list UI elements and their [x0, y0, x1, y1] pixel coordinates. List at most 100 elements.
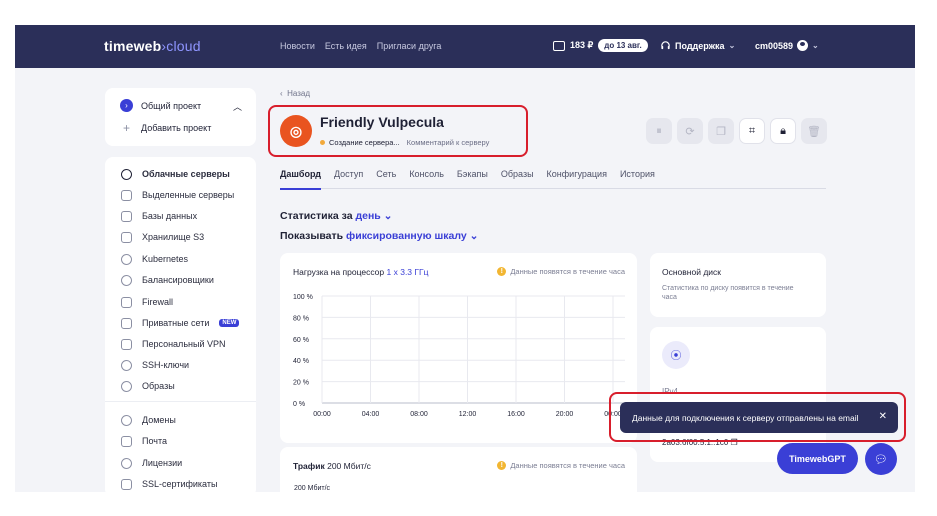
- sidebar-item-kubernetes[interactable]: Kubernetes: [121, 252, 188, 266]
- sidebar-item-balancers[interactable]: Балансировщики: [121, 273, 214, 287]
- storage-icon: [121, 231, 132, 243]
- server-actions: ⏸ ⟳ ❐ ⌗ 🔒︎ 🗑︎: [646, 118, 827, 144]
- add-project-button[interactable]: + Добавить проект: [120, 121, 211, 135]
- mail-icon: [121, 435, 132, 447]
- tab-console[interactable]: Консоль: [409, 167, 444, 189]
- tab-configuration[interactable]: Конфигурация: [547, 167, 607, 189]
- sidebar-item-label: SSL-сертификаты: [142, 479, 218, 489]
- chart-x-tick-label: 08:00: [410, 411, 428, 418]
- sidebar-item-private-networks[interactable]: Приватные сети NEW: [121, 316, 240, 330]
- delete-button[interactable]: 🗑︎: [801, 118, 827, 144]
- sidebar-item-firewall[interactable]: Firewall: [121, 295, 173, 309]
- chart-x-tick-label: 16:00: [507, 411, 525, 418]
- sidebar-item-databases[interactable]: Базы данных: [121, 209, 197, 223]
- chat-button[interactable]: 💬︎: [865, 443, 897, 475]
- lock-icon: 🔒︎: [780, 124, 786, 137]
- disk-panel: Основной диск Статистика по диску появит…: [650, 253, 826, 317]
- chat-icon: 💬︎: [874, 453, 888, 466]
- tab-images[interactable]: Образы: [501, 167, 534, 189]
- kubernetes-icon: [121, 253, 132, 265]
- invite-friend-link[interactable]: Пригласи друга: [377, 41, 442, 51]
- timewebgpt-button[interactable]: TimewebGPT: [777, 443, 858, 474]
- highlight-frame: [609, 392, 906, 442]
- sidebar-item-s3[interactable]: Хранилище S3: [121, 230, 204, 244]
- traffic-data-note: ! Данные появятся в течение часа: [497, 461, 625, 470]
- period-prefix: Статистика за: [280, 210, 353, 222]
- scale-prefix: Показывать: [280, 230, 344, 242]
- period-dropdown[interactable]: день ⌄: [355, 210, 392, 222]
- sidebar-item-mail[interactable]: Почта: [121, 434, 167, 448]
- cpu-title-text: Нагрузка на процессор: [293, 267, 385, 277]
- cpu-chart: 100 % 80 % 60 % 40 % 20 % 0 % 00:00 04:00 08:00 1…: [293, 294, 625, 418]
- sidebar-item-cloud-servers[interactable]: Облачные серверы: [121, 167, 230, 181]
- chart-y-tick-label: 0 %: [293, 401, 305, 408]
- plus-icon: +: [122, 121, 130, 135]
- current-project[interactable]: › Общий проект: [120, 99, 201, 112]
- sidebar-item-label: Облачные серверы: [142, 169, 230, 179]
- sidebar-item-ssl[interactable]: SSL-сертификаты: [121, 477, 217, 491]
- info-icon: !: [497, 267, 507, 276]
- sidebar-item-label: Образы: [142, 381, 175, 391]
- database-icon: [121, 210, 132, 222]
- logo-accent-text: ›cloud: [161, 38, 201, 54]
- user-menu[interactable]: cm00589 ⌄: [755, 40, 819, 51]
- traffic-panel: Трафик 200 Мбит/с ! Данные появятся в те…: [280, 447, 637, 492]
- chart-y-tick-label: 40 %: [293, 358, 309, 365]
- chevron-down-icon: ⌄: [812, 41, 819, 50]
- pause-button[interactable]: ⏸: [646, 118, 672, 144]
- sidebar-item-ssh-keys[interactable]: SSH-ключи: [121, 358, 189, 372]
- sidebar-item-label: Хранилище S3: [142, 232, 205, 242]
- sidebar-item-images[interactable]: Образы: [121, 379, 175, 393]
- tab-network[interactable]: Сеть: [376, 167, 396, 189]
- sidebar-item-label: SSH-ключи: [142, 360, 190, 370]
- sidebar-item-label: Лицензии: [142, 458, 183, 468]
- cpu-load-panel: Нагрузка на процессор 1 x 3.3 ГГц ! Данн…: [280, 253, 637, 443]
- cpu-spec: 1 x 3.3 ГГц: [386, 267, 429, 277]
- idea-link[interactable]: Есть идея: [325, 41, 367, 51]
- news-link[interactable]: Новости: [280, 41, 315, 51]
- tab-dashboard[interactable]: Дашборд: [280, 167, 321, 190]
- sidebar-item-vpn[interactable]: Персональный VPN: [121, 337, 225, 351]
- sidebar-item-licenses[interactable]: Лицензии: [121, 456, 182, 470]
- lock-button[interactable]: 🔒︎: [770, 118, 796, 144]
- chevron-up-icon[interactable]: ︿: [233, 100, 242, 113]
- lock-icon: [121, 478, 132, 490]
- sidebar-item-dedicated-servers[interactable]: Выделенные серверы: [121, 188, 234, 202]
- network-icon: [121, 317, 132, 329]
- chevron-right-icon: ›: [120, 99, 133, 112]
- disk-note: Статистика по диску появится в течение ч…: [662, 285, 794, 301]
- pause-icon: ⏸: [656, 124, 662, 137]
- refresh-icon: ⟳: [685, 125, 695, 138]
- support-label: Поддержка: [675, 40, 725, 51]
- scale-value: фиксированную шкалу: [346, 230, 467, 242]
- headset-icon: [661, 41, 670, 50]
- license-icon: [121, 457, 132, 469]
- top-links: Новости Есть идея Пригласи друга: [280, 41, 441, 51]
- snapshot-button[interactable]: ⌗: [739, 118, 765, 144]
- username: cm00589: [755, 40, 794, 51]
- support-menu[interactable]: Поддержка ⌄: [660, 40, 735, 51]
- firewall-icon: [121, 296, 132, 308]
- top-navigation-bar: timeweb›cloud Новости Есть идея Пригласи…: [15, 25, 915, 68]
- reboot-button[interactable]: ⟳: [677, 118, 703, 144]
- tab-access[interactable]: Доступ: [334, 167, 363, 189]
- sidebar-item-label: Firewall: [142, 297, 174, 307]
- chart-y-tick-label: 80 %: [293, 315, 309, 322]
- balance-amount: 183 ₽: [570, 40, 594, 50]
- timeweb-logo[interactable]: timeweb›cloud: [104, 38, 201, 54]
- back-link[interactable]: ‹ Назад: [280, 89, 310, 98]
- highlight-frame: [268, 105, 528, 157]
- tab-history[interactable]: История: [620, 167, 655, 189]
- sidebar-divider: [105, 401, 256, 402]
- sidebar-item-label: Почта: [142, 436, 167, 446]
- chart-x-tick-label: 20:00: [556, 411, 574, 418]
- add-project-label: Добавить проект: [141, 123, 212, 133]
- balance-widget[interactable]: 183 ₽ до 13 авг.: [553, 39, 648, 52]
- clone-button[interactable]: ❐: [708, 118, 734, 144]
- tab-backups[interactable]: Бэкапы: [457, 167, 488, 189]
- sidebar-item-domains[interactable]: Домены: [121, 413, 176, 427]
- scale-dropdown[interactable]: фиксированную шкалу ⌄: [346, 230, 478, 242]
- copy-icon: ❐: [716, 125, 726, 138]
- new-badge: NEW: [219, 319, 240, 327]
- current-project-label: Общий проект: [141, 100, 202, 111]
